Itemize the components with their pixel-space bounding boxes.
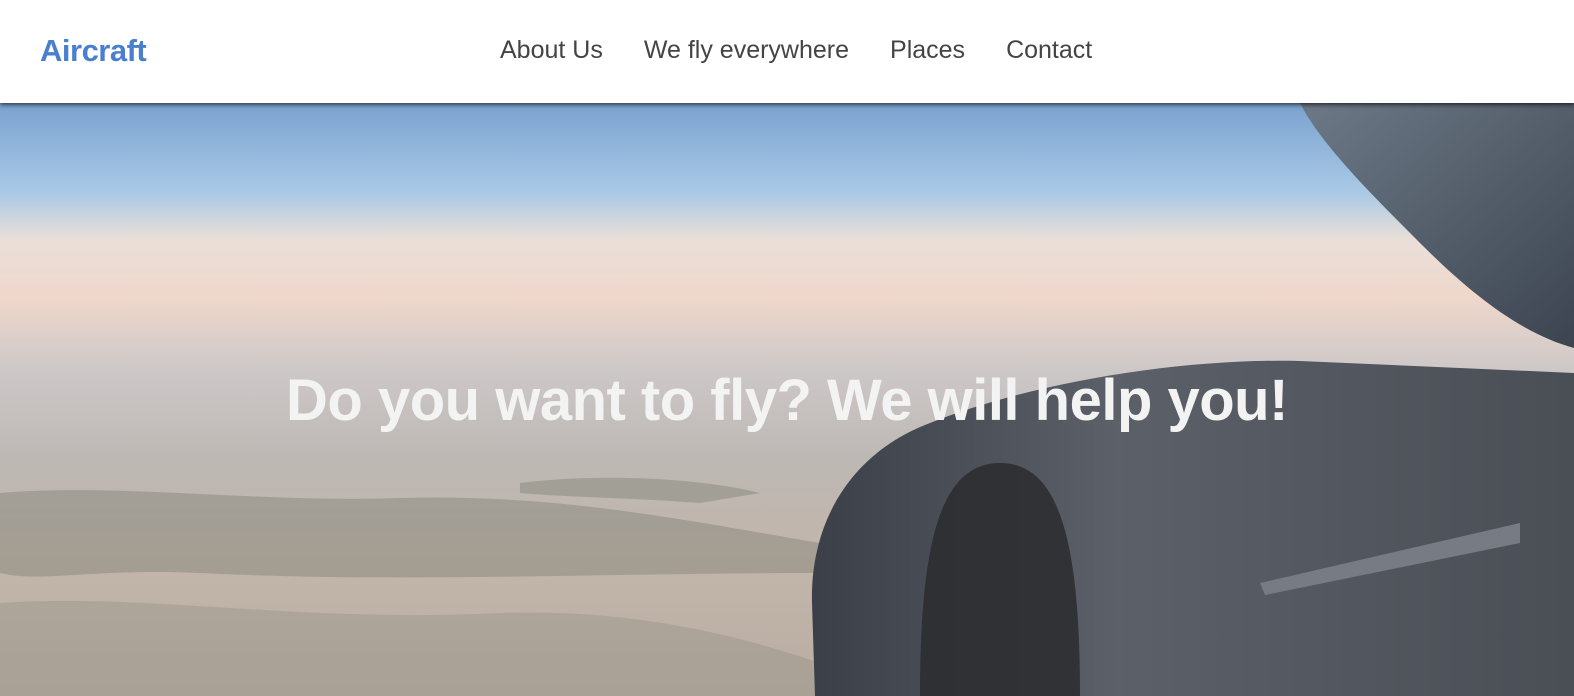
nav-places[interactable]: Places [890, 36, 965, 65]
hero-section: Do you want to fly? We will help you! [0, 103, 1574, 696]
ground-terrain [0, 477, 820, 696]
top-navbar: Aircraft About Us We fly everywhere Plac… [0, 0, 1574, 103]
nav-about-us[interactable]: About Us [500, 36, 603, 65]
logo-link[interactable]: Aircraft [40, 33, 147, 69]
nav-contact[interactable]: Contact [1006, 36, 1092, 65]
hero-headline: Do you want to fly? We will help you! [286, 368, 1288, 433]
main-menu: About Us We fly everywhere Places Contac… [500, 36, 1092, 65]
nav-we-fly-everywhere[interactable]: We fly everywhere [644, 36, 849, 65]
aircraft-wing [1300, 103, 1574, 348]
